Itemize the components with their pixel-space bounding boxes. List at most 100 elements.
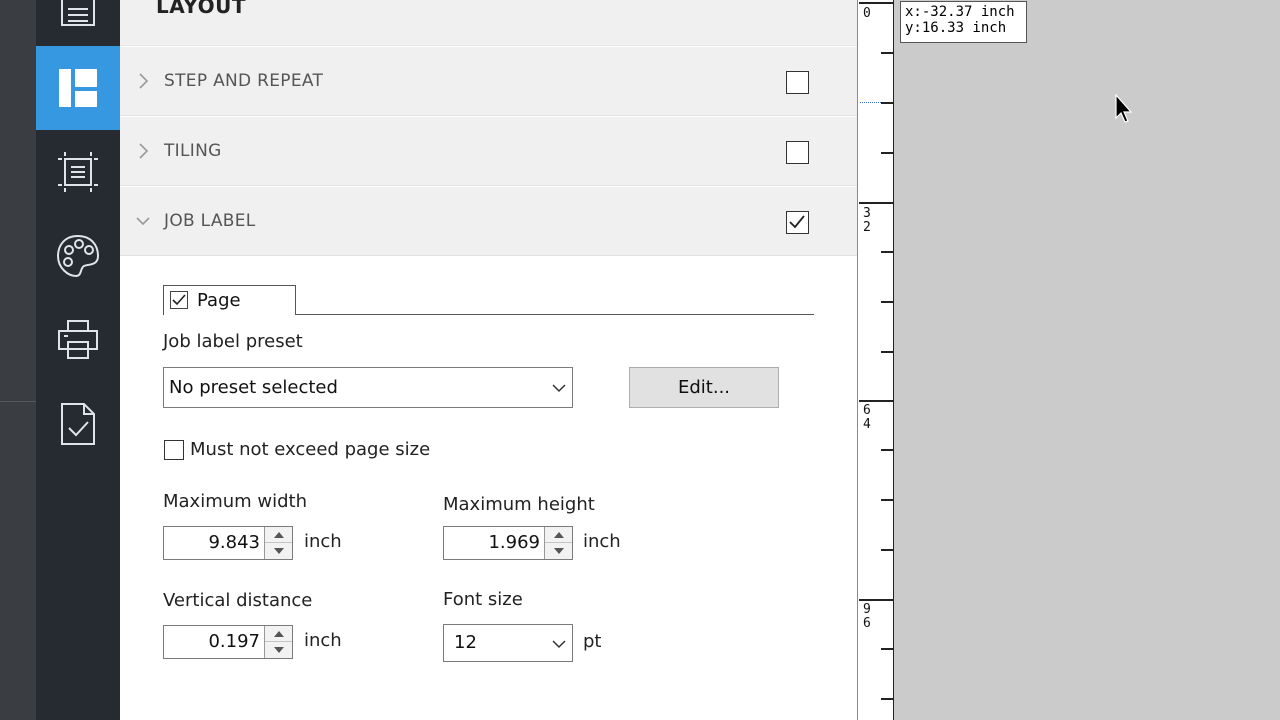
ruler-label: 4 <box>863 417 871 432</box>
section-label: TILING <box>164 141 222 161</box>
ruler-tick <box>881 52 893 54</box>
vertical-distance-value: 0.197 <box>208 631 260 652</box>
font-size-unit: pt <box>583 631 602 652</box>
ruler-tick <box>881 449 893 451</box>
chevron-down-icon <box>136 217 150 226</box>
panel-title: LAYOUT <box>156 0 246 18</box>
ruler-label: 9 <box>863 602 871 617</box>
preset-label: Job label preset <box>163 331 303 352</box>
outer-strip <box>0 0 36 720</box>
arrow-up-icon <box>273 630 284 637</box>
rail-button-preflight[interactable] <box>36 382 120 466</box>
section-checkbox-tiling[interactable] <box>786 141 809 164</box>
max-width-label: Maximum width <box>163 491 308 512</box>
ruler-major-tick <box>859 202 893 204</box>
spin-down-button[interactable] <box>265 642 292 658</box>
rail-button-color[interactable] <box>36 214 120 298</box>
ruler-tick <box>881 351 893 353</box>
ruler-major-tick <box>859 2 893 4</box>
chevron-down-icon <box>552 384 566 393</box>
ruler-tick <box>881 152 893 154</box>
ruler-label: 2 <box>863 220 871 235</box>
vertical-distance-label: Vertical distance <box>163 590 313 611</box>
font-size-dropdown[interactable]: 12 <box>443 624 573 662</box>
spin-down-button[interactable] <box>545 543 572 559</box>
ruler-tick <box>881 301 893 303</box>
spin-up-button[interactable] <box>265 527 292 543</box>
font-size-label: Font size <box>443 589 523 610</box>
list-icon <box>61 0 95 26</box>
max-width-spinner[interactable]: 9.843 <box>163 526 293 560</box>
rail-button-layout[interactable] <box>36 46 120 130</box>
arrow-up-icon <box>553 531 564 538</box>
layout-panel: LAYOUT STEP AND REPEAT TILING JOB LABEL <box>120 0 857 720</box>
printer-icon <box>58 320 98 359</box>
max-height-unit: inch <box>583 531 621 552</box>
spin-down-button[interactable] <box>265 543 292 559</box>
ruler-tick <box>881 698 893 700</box>
font-size-value: 12 <box>454 632 477 653</box>
tab-page[interactable]: Page <box>163 285 296 315</box>
spin-up-button[interactable] <box>265 626 292 642</box>
ruler-tick <box>881 549 893 551</box>
must-not-exceed-checkbox[interactable] <box>164 440 184 460</box>
ruler-tick <box>881 499 893 501</box>
rail-button-image-select[interactable] <box>36 130 120 214</box>
max-width-unit: inch <box>304 531 342 552</box>
preset-value: No preset selected <box>169 377 338 398</box>
chevron-right-icon <box>139 73 149 89</box>
ruler-label: 6 <box>863 616 871 631</box>
max-height-value: 1.969 <box>488 532 540 553</box>
vertical-ruler: 0 3 2 6 4 9 6 <box>857 0 894 720</box>
coordinate-tooltip: x:-32.37 inch y:16.33 inch <box>900 1 1027 43</box>
section-label: STEP AND REPEAT <box>164 71 324 91</box>
ruler-tick <box>881 648 893 650</box>
check-icon <box>172 294 186 306</box>
mouse-cursor-icon <box>1115 94 1133 123</box>
palette-icon <box>56 234 100 278</box>
chevron-down-icon <box>552 640 566 649</box>
max-height-label: Maximum height <box>443 494 595 515</box>
ruler-tick <box>881 102 893 104</box>
tab-label: Page <box>197 290 241 311</box>
check-icon <box>789 215 805 229</box>
section-checkbox-job-label[interactable] <box>786 211 809 234</box>
ruler-tick <box>881 251 893 253</box>
ruler-major-tick <box>859 599 893 601</box>
arrow-down-icon <box>553 548 564 554</box>
max-height-spinner[interactable]: 1.969 <box>443 526 573 560</box>
preset-dropdown[interactable]: No preset selected <box>163 367 573 408</box>
spinner-buttons <box>264 626 292 658</box>
spinner-buttons <box>544 527 572 559</box>
vertical-distance-unit: inch <box>304 630 342 651</box>
tab-checkbox[interactable] <box>170 291 188 309</box>
chevron-right-icon <box>139 143 149 159</box>
section-job-label[interactable]: JOB LABEL <box>120 187 857 256</box>
panel-header: LAYOUT <box>120 0 857 46</box>
rail-button-print[interactable] <box>36 298 120 382</box>
ruler-label: 6 <box>863 403 871 418</box>
arrow-down-icon <box>273 647 284 653</box>
section-checkbox-step-and-repeat[interactable] <box>786 71 809 94</box>
edit-preset-button[interactable]: Edit... <box>629 367 779 408</box>
must-not-exceed-label: Must not exceed page size <box>190 439 431 460</box>
vertical-distance-spinner[interactable]: 0.197 <box>163 625 293 659</box>
section-tiling[interactable]: TILING <box>120 117 857 186</box>
spin-up-button[interactable] <box>545 527 572 543</box>
ruler-major-tick <box>859 400 893 402</box>
spinner-buttons <box>264 527 292 559</box>
max-width-value: 9.843 <box>208 532 260 553</box>
canvas-area[interactable] <box>895 0 1280 720</box>
arrow-down-icon <box>273 548 284 554</box>
icon-rail <box>36 0 120 720</box>
section-label: JOB LABEL <box>164 211 256 231</box>
document-check-icon <box>61 403 95 445</box>
image-select-icon <box>58 152 98 192</box>
ruler-label: 0 <box>863 6 871 21</box>
section-step-and-repeat[interactable]: STEP AND REPEAT <box>120 47 857 116</box>
strip-divider <box>0 401 36 402</box>
coordinate-y: y:16.33 inch <box>905 20 1007 36</box>
coordinate-x: x:-32.37 inch <box>905 4 1015 20</box>
arrow-up-icon <box>273 531 284 538</box>
layout-icon <box>59 69 97 107</box>
